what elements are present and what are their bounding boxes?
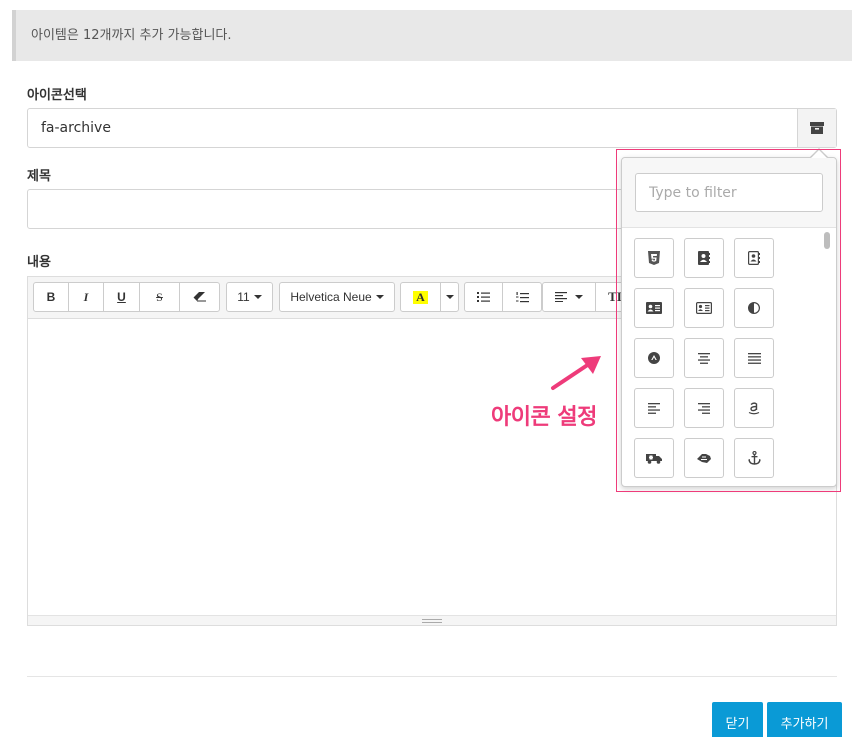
unordered-list-icon xyxy=(477,292,490,302)
strikethrough-button[interactable]: S xyxy=(139,282,180,312)
title-input[interactable] xyxy=(27,189,647,229)
icon-select-group xyxy=(27,108,837,148)
paragraph-align-dropdown[interactable] xyxy=(542,282,596,312)
italic-button[interactable]: I xyxy=(68,282,104,312)
ordered-list-button[interactable] xyxy=(502,282,542,312)
text-color-button[interactable]: A xyxy=(400,282,441,312)
font-size-value: 11 xyxy=(237,290,250,304)
content-label: 내용 xyxy=(27,255,51,270)
text-color-letter: A xyxy=(413,290,428,304)
footer-divider xyxy=(27,676,837,677)
underline-button[interactable]: U xyxy=(103,282,140,312)
chevron-down-icon xyxy=(375,295,384,299)
chevron-down-icon xyxy=(575,295,583,299)
annotation-arrow-icon xyxy=(551,356,601,390)
eraser-button[interactable] xyxy=(179,282,220,312)
eraser-icon xyxy=(193,292,206,302)
add-button[interactable]: 추가하기 xyxy=(767,702,842,737)
align-left-icon xyxy=(555,292,567,302)
notice-bar: 아이템은 12개까지 추가 가능합니다. xyxy=(12,10,852,61)
icon-select-label: 아이콘선택 xyxy=(27,88,87,103)
editor-resize-handle[interactable] xyxy=(28,615,836,625)
text-color-dropdown[interactable] xyxy=(440,282,459,312)
font-family-dropdown[interactable]: Helvetica Neue xyxy=(279,282,395,312)
title-label: 제목 xyxy=(27,169,51,184)
font-family-value: Helvetica Neue xyxy=(290,290,372,304)
notice-text: 아이템은 12개까지 추가 가능합니다. xyxy=(31,28,232,43)
annotation-highlight-box xyxy=(616,149,841,492)
grip-icon xyxy=(422,618,442,623)
chevron-down-icon xyxy=(253,295,262,299)
bold-button[interactable]: B xyxy=(33,282,69,312)
close-button[interactable]: 닫기 xyxy=(712,702,763,737)
archive-icon xyxy=(810,122,824,134)
ordered-list-icon xyxy=(515,291,529,302)
icon-picker-toggle[interactable] xyxy=(797,109,836,147)
icon-select-input[interactable] xyxy=(28,109,798,147)
unordered-list-button[interactable] xyxy=(464,282,503,312)
font-size-dropdown[interactable]: 11 xyxy=(226,282,273,312)
chevron-down-icon xyxy=(445,295,454,299)
annotation-label: 아이콘 설정 xyxy=(491,405,597,430)
